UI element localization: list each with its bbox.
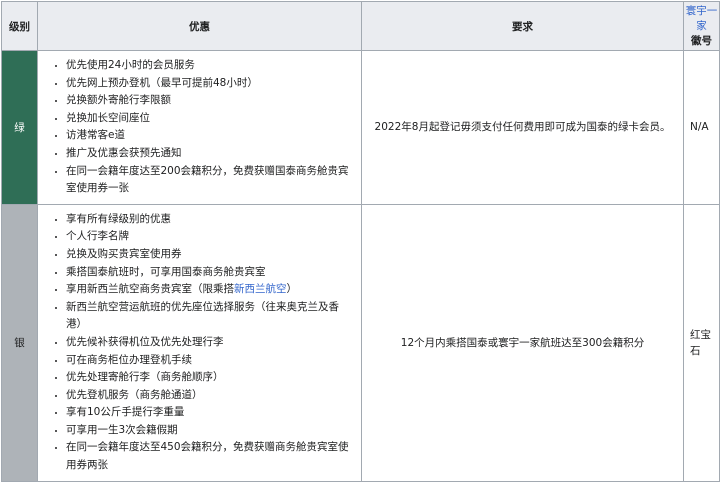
badge-cell-silver: 红宝石: [683, 203, 720, 482]
list-item: 享用新西兰航空商务贵宾室（限乘搭新西兰航空）: [66, 281, 353, 299]
list-item: 在同一会籍年度达至450会籍积分，免费获赠商务舱贵宾室使用券两张: [66, 439, 353, 474]
header-badge-suffix: 徽号: [691, 34, 712, 47]
list-item: 兑换额外寄舱行李限额: [66, 92, 353, 110]
requirement-cell-green: 2022年8月起登记毋须支付任何费用即可成为国泰的绿卡会员。: [361, 50, 684, 205]
level-cell-green: 绿: [1, 50, 38, 205]
requirement-cell-silver: 12个月内乘搭国泰或寰宇一家航班达至300会籍积分: [361, 203, 684, 482]
list-item: 享有10公斤手提行李重量: [66, 404, 353, 422]
list-item: 优先候补获得机位及优先处理行李: [66, 334, 353, 352]
list-item: 访港常客e道: [66, 127, 353, 145]
membership-tiers-table: 级别 优惠 要求 寰宇一家 徽号 绿 优先使用24小时的会员服务 优先网上预办登…: [1, 1, 720, 482]
benefits-cell-green: 优先使用24小时的会员服务 优先网上预办登机（最早可提前48小时） 兑换额外寄舱…: [37, 50, 362, 205]
level-cell-silver: 银: [1, 203, 38, 482]
list-item: 新西兰航空营运航班的优先座位选择服务（往来奥克兰及香港）: [66, 299, 353, 334]
table-row-green: 绿 优先使用24小时的会员服务 优先网上预办登机（最早可提前48小时） 兑换额外…: [1, 50, 720, 205]
header-level: 级别: [1, 1, 38, 51]
lounge-text: 享用新西兰航空商务贵宾室（限乘搭: [66, 283, 234, 296]
table-row-silver: 银 享有所有绿级别的优惠 个人行李名牌 兑换及购买贵宾室使用券 乘搭国泰航班时，…: [1, 203, 720, 482]
list-item: 兑换及购买贵宾室使用券: [66, 246, 353, 264]
header-alliance-badge: 寰宇一家 徽号: [683, 1, 720, 51]
list-item: 享有所有绿级别的优惠: [66, 211, 353, 229]
list-item: 推广及优惠会获预先通知: [66, 145, 353, 163]
header-row: 级别 优惠 要求 寰宇一家 徽号: [1, 1, 720, 51]
list-item: 兑换加长空间座位: [66, 110, 353, 128]
list-item: 优先登机服务（商务舱通道）: [66, 387, 353, 405]
oneworld-link[interactable]: 寰宇一家: [686, 5, 718, 32]
benefits-cell-silver: 享有所有绿级别的优惠 个人行李名牌 兑换及购买贵宾室使用券 乘搭国泰航班时，可享…: [37, 203, 362, 482]
benefits-list-green: 优先使用24小时的会员服务 优先网上预办登机（最早可提前48小时） 兑换额外寄舱…: [46, 57, 353, 198]
benefits-list-silver: 享有所有绿级别的优惠 个人行李名牌 兑换及购买贵宾室使用券 乘搭国泰航班时，可享…: [46, 211, 353, 475]
list-item: 在同一会籍年度达至200会籍积分，免费获赠国泰商务舱贵宾室使用券一张: [66, 163, 353, 198]
list-item: 个人行李名牌: [66, 228, 353, 246]
list-item: 可享用一生3次会籍假期: [66, 422, 353, 440]
header-requirements: 要求: [361, 1, 684, 51]
list-item: 乘搭国泰航班时，可享用国泰商务舱贵宾室: [66, 264, 353, 282]
lounge-text-tail: ）: [286, 283, 298, 296]
header-benefits: 优惠: [37, 1, 362, 51]
list-item: 可在商务柜位办理登机手续: [66, 352, 353, 370]
air-new-zealand-link[interactable]: 新西兰航空: [234, 283, 287, 295]
list-item: 优先处理寄舱行李（商务舱顺序）: [66, 369, 353, 387]
list-item: 优先网上预办登机（最早可提前48小时）: [66, 75, 353, 93]
badge-cell-green: N/A: [683, 50, 720, 205]
list-item: 优先使用24小时的会员服务: [66, 57, 353, 75]
